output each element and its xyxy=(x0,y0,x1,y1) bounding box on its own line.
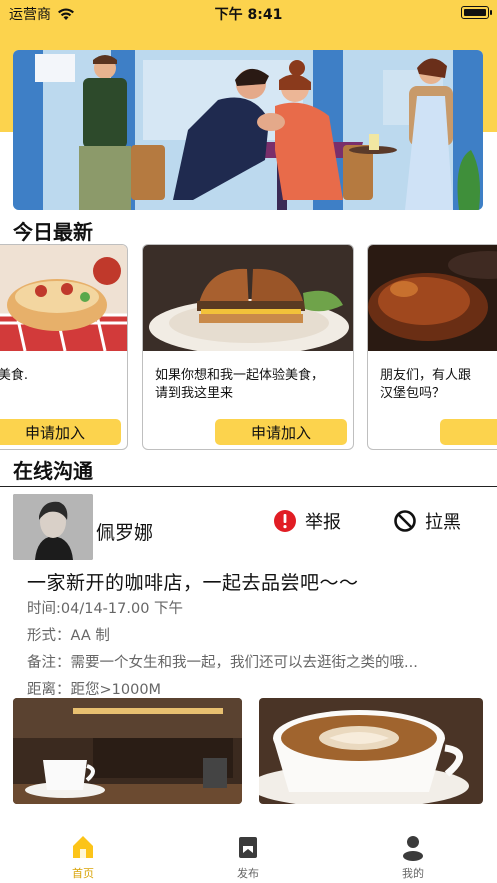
report-button[interactable]: 举报 xyxy=(273,508,341,534)
battery-icon xyxy=(461,6,492,19)
apply-join-button[interactable]: 申请加入 xyxy=(215,419,347,445)
clock: 下午 8:41 xyxy=(214,7,283,23)
section-title-today: 今日最新 xyxy=(13,220,93,244)
event-card[interactable]: I我一起体验美食. 申请加入 xyxy=(0,244,128,450)
event-card[interactable]: 如果你想和我一起体验美食， 请到我这里来 申请加入 xyxy=(142,244,354,450)
post-title[interactable]: 一家新开的咖啡店，一起去品尝吧～～ xyxy=(27,568,359,595)
post-photo-cafe[interactable] xyxy=(13,698,242,804)
block-icon xyxy=(394,510,416,532)
card-description: I我一起体验美食. xyxy=(0,368,28,383)
tab-profile[interactable]: 我的 xyxy=(373,832,453,881)
username[interactable]: 佩罗娜 xyxy=(96,518,153,545)
section-title-chat: 在线沟通 xyxy=(13,459,93,483)
card-description: 朋友们，有人跟 汉堡包吗？ xyxy=(380,368,472,401)
report-label: 举报 xyxy=(305,512,341,533)
divider xyxy=(0,486,497,487)
tab-label: 首页 xyxy=(72,867,94,880)
tab-bar: 首页 发布 我的 xyxy=(0,826,497,883)
status-bar: 运营商 下午 8:41 xyxy=(0,0,497,26)
tab-label: 我的 xyxy=(402,867,424,880)
block-button[interactable]: 拉黑 xyxy=(393,508,461,534)
apply-join-button[interactable]: 申请加入 xyxy=(0,419,121,445)
card-image-roast xyxy=(368,245,497,351)
banner-illustration[interactable] xyxy=(13,50,483,210)
card-image-burger xyxy=(143,245,353,351)
post-form: 形式：AA 制 xyxy=(27,628,110,644)
post-note: 备注：需要一个女生和我一起，我们还可以去逛街之类的哦... xyxy=(27,655,418,671)
profile-icon xyxy=(403,836,423,861)
post-distance: 距离：距您>1000M xyxy=(27,682,162,698)
avatar[interactable] xyxy=(13,494,93,560)
home-icon xyxy=(73,836,93,858)
event-card[interactable]: 朋友们，有人跟 汉堡包吗？ 申 xyxy=(367,244,497,450)
apply-join-button[interactable]: 申 xyxy=(440,419,497,445)
card-image-pizza xyxy=(0,245,127,351)
tab-label: 发布 xyxy=(237,867,259,880)
post-photo-latte[interactable] xyxy=(259,698,483,804)
today-cards-carousel[interactable]: I我一起体验美食. 申请加入 如果你想和我一起体验美食， 请到我这里来 申请加入 xyxy=(0,244,497,452)
post-time: 时间:04/14-17.00 下午 xyxy=(27,601,184,617)
card-description: 如果你想和我一起体验美食， 请到我这里来 xyxy=(155,368,325,401)
tab-home[interactable]: 首页 xyxy=(43,832,123,881)
publish-icon xyxy=(239,837,257,858)
block-label: 拉黑 xyxy=(425,512,461,533)
tab-publish[interactable]: 发布 xyxy=(208,832,288,881)
warning-icon xyxy=(274,510,296,532)
